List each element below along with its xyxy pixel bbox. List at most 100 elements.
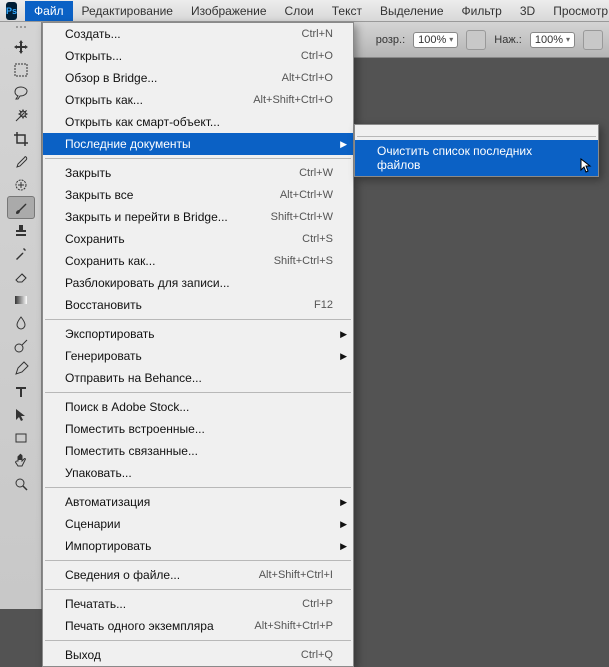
menu-текст[interactable]: Текст <box>323 1 371 21</box>
menu-item-label: Сохранить как... <box>65 254 155 268</box>
menu-просмотр[interactable]: Просмотр <box>544 1 609 21</box>
recent-file-item[interactable] <box>355 125 598 133</box>
menu-shortcut: Ctrl+W <box>299 167 333 179</box>
history-brush-icon <box>13 246 29 262</box>
tool-gradient[interactable] <box>7 288 35 311</box>
menu-3d[interactable]: 3D <box>511 1 544 21</box>
menubar: Ps ФайлРедактированиеИзображениеСлоиТекс… <box>0 0 609 22</box>
menu-item[interactable]: Поместить связанные... <box>43 440 353 462</box>
pressure-field[interactable]: 100% <box>530 32 575 48</box>
menu-item[interactable]: Поместить встроенные... <box>43 418 353 440</box>
submenu-arrow-icon: ▶ <box>340 497 347 508</box>
menu-item[interactable]: Экспортировать ▶ <box>43 323 353 345</box>
tool-eyedropper[interactable] <box>7 150 35 173</box>
menu-item[interactable]: Сведения о файле...Alt+Shift+Ctrl+I <box>43 564 353 586</box>
menu-separator <box>45 158 351 159</box>
menu-shortcut: Ctrl+P <box>302 598 333 610</box>
tool-lasso[interactable] <box>7 81 35 104</box>
path-select-icon <box>13 407 29 423</box>
menu-separator <box>45 392 351 393</box>
menu-separator <box>45 589 351 590</box>
lasso-icon <box>13 85 29 101</box>
rectangle-icon <box>13 430 29 446</box>
menu-item[interactable]: Закрыть всеAlt+Ctrl+W <box>43 184 353 206</box>
menu-item[interactable]: Создать...Ctrl+N <box>43 23 353 45</box>
menu-item[interactable]: Закрыть Ctrl+W <box>43 162 353 184</box>
menu-слои[interactable]: Слои <box>276 1 323 21</box>
menu-shortcut: Ctrl+N <box>302 28 333 40</box>
menu-item[interactable]: Восстановить F12 <box>43 294 353 316</box>
crop-icon <box>13 131 29 147</box>
menu-item[interactable]: Упаковать... <box>43 462 353 484</box>
menu-редактирование[interactable]: Редактирование <box>73 1 182 21</box>
menu-item[interactable]: Печатать...Ctrl+P <box>43 593 353 615</box>
menu-shortcut: F12 <box>314 299 333 311</box>
tool-zoom[interactable] <box>7 472 35 495</box>
menu-item-label: Закрыть <box>65 166 111 180</box>
menu-item[interactable]: Автоматизация▶ <box>43 491 353 513</box>
menu-item[interactable]: ВыходCtrl+Q <box>43 644 353 666</box>
menu-фильтр[interactable]: Фильтр <box>453 1 511 21</box>
tool-path-select[interactable] <box>7 403 35 426</box>
menu-shortcut: Shift+Ctrl+W <box>271 211 333 223</box>
submenu-arrow-icon: ▶ <box>340 329 347 340</box>
panel-grip-icon[interactable] <box>6 26 36 32</box>
menu-shortcut: Alt+Shift+Ctrl+O <box>253 94 333 106</box>
menu-item-label: Печать одного экземпляра <box>65 619 214 633</box>
menu-item[interactable]: Сохранить как...Shift+Ctrl+S <box>43 250 353 272</box>
cursor-pointer-icon <box>580 158 596 174</box>
menu-item-label: Поместить встроенные... <box>65 422 205 436</box>
tool-crop[interactable] <box>7 127 35 150</box>
tool-healing[interactable] <box>7 173 35 196</box>
menu-изображение[interactable]: Изображение <box>182 1 276 21</box>
menu-item[interactable]: Поиск в Adobe Stock... <box>43 396 353 418</box>
tool-magic-wand[interactable] <box>7 104 35 127</box>
menu-shortcut: Alt+Shift+Ctrl+I <box>259 569 333 581</box>
pen-icon <box>13 361 29 377</box>
tool-blur[interactable] <box>7 311 35 334</box>
menu-item[interactable]: Открыть как...Alt+Shift+Ctrl+O <box>43 89 353 111</box>
tool-eraser[interactable] <box>7 265 35 288</box>
tool-history-brush[interactable] <box>7 242 35 265</box>
menu-item[interactable]: Отправить на Behance... <box>43 367 353 389</box>
menu-item-label: Сценарии <box>65 517 120 531</box>
menu-item[interactable]: Закрыть и перейти в Bridge...Shift+Ctrl+… <box>43 206 353 228</box>
menu-item[interactable]: Импортировать▶ <box>43 535 353 557</box>
pressure-opacity-icon[interactable] <box>466 30 486 50</box>
tool-rectangle[interactable] <box>7 426 35 449</box>
menu-item-label: Поместить связанные... <box>65 444 198 458</box>
menu-separator <box>45 487 351 488</box>
menu-item[interactable]: Генерировать▶ <box>43 345 353 367</box>
menu-выделение[interactable]: Выделение <box>371 1 453 21</box>
menu-item-label: Импортировать <box>65 539 151 553</box>
tool-type[interactable] <box>7 380 35 403</box>
submenu-arrow-icon: ▶ <box>340 139 347 150</box>
tool-move[interactable] <box>7 35 35 58</box>
tool-dodge[interactable] <box>7 334 35 357</box>
menu-item[interactable]: Обзор в Bridge...Alt+Ctrl+O <box>43 67 353 89</box>
tool-brush[interactable] <box>7 196 35 219</box>
marquee-icon <box>13 62 29 78</box>
clear-recent-files[interactable]: Очистить список последних файлов <box>355 140 598 176</box>
tool-hand[interactable] <box>7 449 35 472</box>
tool-pen[interactable] <box>7 357 35 380</box>
menu-item[interactable]: Открыть...Ctrl+O <box>43 45 353 67</box>
blur-icon <box>13 315 29 331</box>
tool-marquee[interactable] <box>7 58 35 81</box>
menu-item[interactable]: Разблокировать для записи... <box>43 272 353 294</box>
menu-item[interactable]: Печать одного экземпляраAlt+Shift+Ctrl+P <box>43 615 353 637</box>
submenu-arrow-icon: ▶ <box>340 519 347 530</box>
menu-item-label: Экспортировать <box>65 327 155 341</box>
menu-separator <box>45 640 351 641</box>
dodge-icon <box>13 338 29 354</box>
menu-item[interactable]: Последние документы▶ <box>43 133 353 155</box>
menu-item[interactable]: Сценарии ▶ <box>43 513 353 535</box>
airbrush-icon[interactable] <box>583 30 603 50</box>
menu-item[interactable]: Открыть как смарт-объект... <box>43 111 353 133</box>
tool-stamp[interactable] <box>7 219 35 242</box>
hand-icon <box>13 453 29 469</box>
opacity-field[interactable]: 100% <box>413 32 458 48</box>
menu-файл[interactable]: Файл <box>25 1 73 21</box>
menu-item[interactable]: СохранитьCtrl+S <box>43 228 353 250</box>
menu-item-label: Восстановить <box>65 298 142 312</box>
